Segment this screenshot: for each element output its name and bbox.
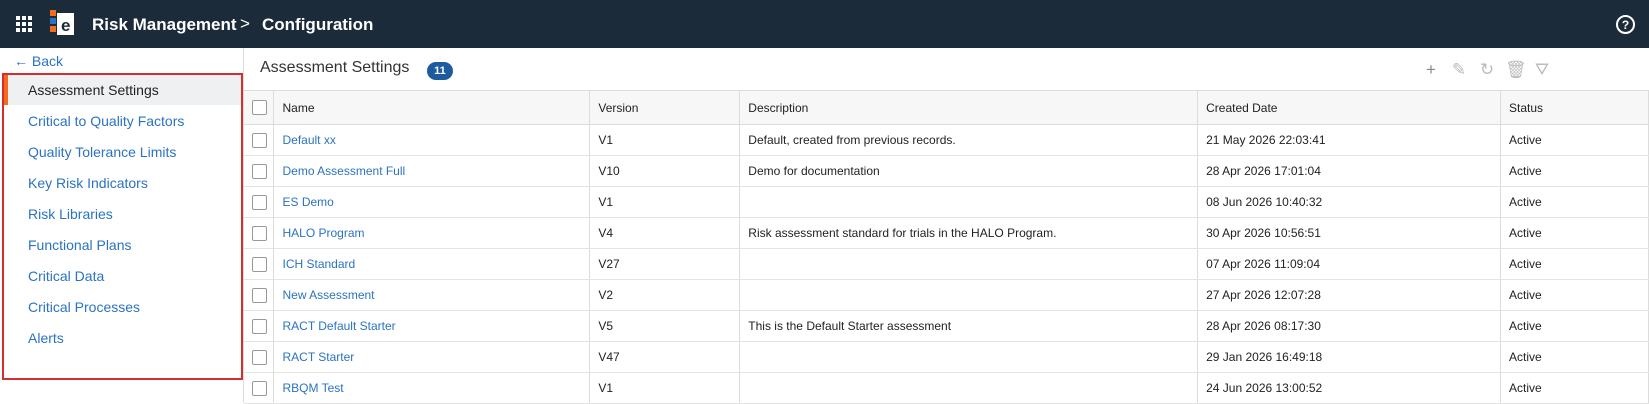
svg-text:e: e	[61, 16, 70, 35]
cell-description: Risk assessment standard for trials in t…	[739, 217, 1199, 249]
sidebar-item-alerts[interactable]: Alerts	[4, 323, 241, 353]
cell-created-date: 28 Apr 2026 08:17:30	[1197, 310, 1501, 342]
cell-created-date: 28 Apr 2026 17:01:04	[1197, 155, 1501, 187]
table-row[interactable]: RACT Default Starter V5 This is the Defaul…	[244, 310, 1649, 342]
cell-description	[739, 279, 1199, 311]
row-checkbox[interactable]	[252, 318, 267, 334]
sidebar-item-quality-tolerance-limits[interactable]: Quality Tolerance Limits	[4, 137, 241, 167]
row-checkbox[interactable]	[252, 380, 267, 396]
cell-version: V1	[589, 124, 741, 156]
column-header-description[interactable]: Description	[739, 90, 1199, 125]
app-title[interactable]: Risk Management	[92, 15, 237, 35]
delete-icon[interactable]: 🗑	[1505, 60, 1527, 80]
cell-version: V10	[589, 155, 741, 187]
cell-version: V1	[589, 186, 741, 218]
cell-name[interactable]: ES Demo	[273, 186, 591, 218]
edit-icon[interactable]: ✎	[1449, 60, 1469, 80]
cell-name[interactable]: Demo Assessment Full	[273, 155, 591, 187]
cell-version: V1	[589, 372, 741, 404]
chevron-right-icon: >	[240, 14, 250, 33]
cell-status: Active	[1500, 186, 1649, 218]
cell-version: V47	[589, 341, 741, 373]
cell-status: Active	[1500, 124, 1649, 156]
cell-description	[739, 186, 1199, 218]
cell-version: V5	[589, 310, 741, 342]
app-launcher-icon[interactable]	[16, 16, 32, 32]
breadcrumb-current-page: Configuration	[262, 15, 374, 34]
cell-version: V2	[589, 279, 741, 311]
cell-status: Active	[1500, 279, 1649, 311]
column-header-created-date[interactable]: Created Date	[1197, 90, 1501, 125]
row-checkbox[interactable]	[252, 349, 267, 365]
cell-created-date: 30 Apr 2026 10:56:51	[1197, 217, 1501, 249]
column-header-name[interactable]: Name	[273, 90, 591, 125]
app-logo: e	[50, 10, 74, 35]
table-row[interactable]: ICH Standard V27 07 Apr 2026 11:09:04 Activ…	[244, 248, 1649, 280]
cell-created-date: 29 Jan 2026 16:49:18	[1197, 341, 1501, 373]
column-header-version[interactable]: Version	[589, 90, 741, 125]
sidebar-item-functional-plans[interactable]: Functional Plans	[4, 230, 241, 260]
row-checkbox[interactable]	[252, 225, 267, 241]
row-checkbox[interactable]	[252, 163, 267, 179]
cell-name[interactable]: Default xx	[273, 124, 591, 156]
table-header-row: Name Version Description Created Date St…	[244, 90, 1649, 125]
sidebar-nav: Assessment Settings Critical to Quality …	[2, 73, 243, 380]
table-row[interactable]: Default xx V1 Default, created from previo…	[244, 124, 1649, 156]
cell-version: V27	[589, 248, 741, 280]
cell-status: Active	[1500, 341, 1649, 373]
cell-status: Active	[1500, 217, 1649, 249]
cell-name[interactable]: RACT Starter	[273, 341, 591, 373]
row-checkbox[interactable]	[252, 132, 267, 148]
row-checkbox[interactable]	[252, 256, 267, 272]
table-row[interactable]: New Assessment V2 27 Apr 2026 12:07:28 Acti…	[244, 279, 1649, 311]
cell-name[interactable]: ICH Standard	[273, 248, 591, 280]
sidebar-item-critical-data[interactable]: Critical Data	[4, 261, 241, 291]
sidebar-item-critical-to-quality-factors[interactable]: Critical to Quality Factors	[4, 106, 241, 136]
cell-name[interactable]: HALO Program	[273, 217, 591, 249]
sidebar-item-critical-processes[interactable]: Critical Processes	[4, 292, 241, 322]
cell-version: V4	[589, 217, 741, 249]
table-row[interactable]: HALO Program V4 Risk assessment standard f…	[244, 217, 1649, 249]
cell-description: Demo for documentation	[739, 155, 1199, 187]
cell-name[interactable]: RBQM Test	[273, 372, 591, 404]
add-icon[interactable]: +	[1421, 60, 1441, 80]
cell-status: Active	[1500, 310, 1649, 342]
cell-created-date: 24 Jun 2026 13:00:52	[1197, 372, 1501, 404]
assessment-table: Name Version Description Created Date St…	[244, 90, 1649, 404]
cell-status: Active	[1500, 248, 1649, 280]
table-row[interactable]: RBQM Test V1 24 Jun 2026 13:00:52 Active	[244, 372, 1649, 404]
cell-description	[739, 372, 1199, 404]
cell-status: Active	[1500, 372, 1649, 404]
sidebar-item-key-risk-indicators[interactable]: Key Risk Indicators	[4, 168, 241, 198]
page-title: Assessment Settings	[260, 59, 410, 76]
filter-icon[interactable]: ⛛	[1532, 60, 1552, 80]
table-row[interactable]: ES Demo V1 08 Jun 2026 10:40:32 Active	[244, 186, 1649, 218]
cell-description	[739, 341, 1199, 373]
cell-created-date: 08 Jun 2026 10:40:32	[1197, 186, 1501, 218]
cell-status: Active	[1500, 155, 1649, 187]
copy-icon[interactable]: ↻	[1477, 60, 1497, 80]
cell-created-date: 21 May 2026 22:03:41	[1197, 124, 1501, 156]
top-bar: e Risk Management > Configuration ?	[0, 0, 1649, 48]
count-badge: 11	[427, 62, 453, 80]
row-checkbox[interactable]	[252, 287, 267, 303]
sidebar-item-risk-libraries[interactable]: Risk Libraries	[4, 199, 241, 229]
select-all-checkbox[interactable]	[252, 100, 267, 115]
cell-description: Default, created from previous records.	[739, 124, 1199, 156]
table-row[interactable]: Demo Assessment Full V10 Demo for document…	[244, 155, 1649, 187]
row-checkbox[interactable]	[252, 194, 267, 210]
cell-name[interactable]: RACT Default Starter	[273, 310, 591, 342]
back-link[interactable]: ← Back	[14, 53, 63, 69]
sidebar-item-assessment-settings[interactable]: Assessment Settings	[4, 75, 241, 105]
help-icon[interactable]: ?	[1616, 15, 1635, 34]
column-header-status[interactable]: Status	[1500, 90, 1649, 125]
table-row[interactable]: RACT Starter V47 29 Jan 2026 16:49:18 Activ…	[244, 341, 1649, 373]
cell-description	[739, 248, 1199, 280]
cell-created-date: 07 Apr 2026 11:09:04	[1197, 248, 1501, 280]
cell-description: This is the Default Starter assessment	[739, 310, 1199, 342]
cell-name[interactable]: New Assessment	[273, 279, 591, 311]
cell-created-date: 27 Apr 2026 12:07:28	[1197, 279, 1501, 311]
